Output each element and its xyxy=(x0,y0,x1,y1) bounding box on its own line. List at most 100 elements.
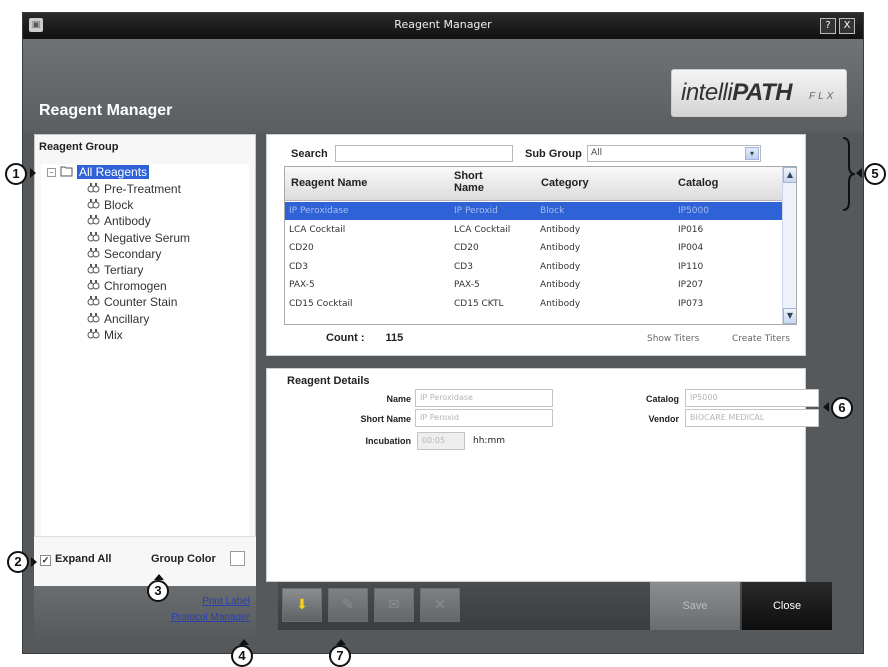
logo-text-light: intelli xyxy=(681,79,733,106)
col-catalog[interactable]: Catalog xyxy=(678,177,718,189)
intellipath-logo: intelliPATH FLX xyxy=(671,69,847,117)
scroll-up-icon[interactable]: ▲ xyxy=(783,167,796,183)
reagent-bottles-icon xyxy=(87,215,100,225)
table-row[interactable]: CD15 Cocktail CD15 CKTL Antibody IP073 xyxy=(285,295,782,313)
edit-icon[interactable]: ✎ xyxy=(328,588,368,622)
tree-item-block[interactable]: Block xyxy=(87,197,133,213)
catalog-label: Catalog xyxy=(645,394,679,404)
app-icon: ▣ xyxy=(29,18,43,32)
col-short-name[interactable]: Short Name xyxy=(454,170,484,194)
callout-arrow-icon xyxy=(31,557,37,567)
create-titers-button[interactable]: Create Titers xyxy=(732,334,790,344)
chevron-down-icon[interactable]: ▾ xyxy=(745,147,759,160)
cell-catalog: IP004 xyxy=(678,243,704,253)
vendor-label: Vendor xyxy=(648,414,679,424)
tree-item-mix[interactable]: Mix xyxy=(87,327,123,343)
short-name-label: Short Name xyxy=(360,414,411,424)
tree-item-label: Negative Serum xyxy=(104,230,191,245)
help-button[interactable]: ? xyxy=(820,18,836,34)
tree-item-pre-treatment[interactable]: Pre-Treatment xyxy=(87,181,181,197)
cell-catalog: IP207 xyxy=(678,280,704,290)
vendor-field[interactable]: BIOCARE MEDICAL xyxy=(685,409,819,427)
tree-item-secondary[interactable]: Secondary xyxy=(87,246,161,262)
col-category[interactable]: Category xyxy=(541,177,589,189)
tree-item-label: Mix xyxy=(104,327,123,342)
reagent-table: Reagent Name Short Name Category Catalog … xyxy=(284,166,797,325)
cell-category: Antibody xyxy=(540,298,581,309)
reagent-bottles-icon xyxy=(87,328,100,339)
short-name-field[interactable]: IP Peroxid xyxy=(415,409,553,427)
table-row[interactable]: CD3 CD3 Antibody IP110 xyxy=(285,258,782,276)
bottom-toolbar: ⬇ ✎ ✉ ✕ Save Close xyxy=(278,582,832,630)
expand-all-checkbox[interactable]: ✓ xyxy=(40,555,51,566)
callout-3: 3 xyxy=(147,580,169,602)
scroll-down-icon[interactable]: ▼ xyxy=(783,308,796,324)
incubation-label: Incubation xyxy=(365,436,412,446)
col-reagent-name[interactable]: Reagent Name xyxy=(291,177,367,189)
page-title: Reagent Manager xyxy=(39,102,173,119)
tree-item-all-reagents[interactable]: All Reagents xyxy=(77,165,150,179)
collapse-icon[interactable]: − xyxy=(47,168,56,177)
table-scrollbar[interactable]: ▲ ▼ xyxy=(782,167,796,324)
name-field[interactable]: IP Peroxidase xyxy=(415,389,553,407)
folder-icon xyxy=(60,166,73,177)
table-row[interactable]: LCA Cocktail LCA Cocktail Antibody IP016 xyxy=(285,221,782,239)
protocol-manager-link[interactable]: Protocol Manager xyxy=(171,612,250,623)
table-row[interactable]: PAX-5 PAX-5 Antibody IP207 xyxy=(285,276,782,294)
save-button[interactable]: Save xyxy=(650,582,740,630)
catalog-field[interactable]: IP5000 xyxy=(685,389,819,407)
tree-item-label: Block xyxy=(104,198,134,213)
group-color-picker[interactable] xyxy=(230,551,245,566)
group-color-label: Group Color xyxy=(151,553,216,565)
window-close-button[interactable]: X xyxy=(839,18,855,34)
tree-item-negative-serum[interactable]: Negative Serum xyxy=(87,230,190,246)
tree-item-label: Ancillary xyxy=(104,311,150,326)
delete-icon[interactable]: ✕ xyxy=(420,588,460,622)
close-button[interactable]: Close xyxy=(742,582,832,630)
reagent-bottles-icon xyxy=(87,231,100,242)
print-label-link[interactable]: Print Label xyxy=(202,596,250,607)
cell-short: CD20 xyxy=(454,243,479,253)
logo-text-bold: PATH xyxy=(732,79,792,106)
reagent-group-panel: Reagent Group − All Reagents Pre-Treatmen… xyxy=(34,134,256,618)
cell-name: IP Peroxidase xyxy=(289,206,349,216)
incubation-field[interactable]: 00:05 xyxy=(417,432,465,450)
incubation-unit: hh:mm xyxy=(473,436,505,446)
tree-item-chromogen[interactable]: Chromogen xyxy=(87,278,167,294)
tree-item-label: Antibody xyxy=(104,214,151,229)
tree-item-antibody[interactable]: Antibody xyxy=(87,213,151,229)
count-display: Count : 115 xyxy=(326,332,403,344)
expand-all-control[interactable]: ✓ Expand All xyxy=(40,553,111,566)
col-short-name-line1: Short xyxy=(454,170,483,182)
reagent-bottles-icon xyxy=(87,247,100,258)
count-label: Count : xyxy=(326,332,365,344)
reagent-details-panel: Reagent Details Name IP Peroxidase Short… xyxy=(266,368,819,582)
import-arrow-icon[interactable]: ⬇ xyxy=(282,588,322,622)
header: Reagent Manager intelliPATH FLX xyxy=(23,39,863,133)
cell-catalog: IP5000 xyxy=(678,206,709,216)
callout-1: 1 xyxy=(5,163,27,185)
title-bar: ▣ Reagent Manager ? X xyxy=(23,13,863,39)
tree-item-counter-stain[interactable]: Counter Stain xyxy=(87,294,177,310)
table-header: Reagent Name Short Name Category Catalog xyxy=(285,167,782,201)
email-icon[interactable]: ✉ xyxy=(374,588,414,622)
cell-catalog: IP073 xyxy=(678,298,704,309)
tree-root[interactable]: − All Reagents xyxy=(47,164,150,180)
show-titers-button[interactable]: Show Titers xyxy=(647,334,699,344)
tree-item-label: Chromogen xyxy=(104,279,167,294)
callout-4: 4 xyxy=(231,645,253,667)
tree-item-tertiary[interactable]: Tertiary xyxy=(87,262,143,278)
table-row[interactable]: IP Peroxidase IP Peroxid Block IP5000 xyxy=(285,202,782,220)
search-input[interactable] xyxy=(335,145,513,162)
cell-name: CD3 xyxy=(289,261,308,272)
cell-name: LCA Cocktail xyxy=(289,224,346,235)
callout-arrow-icon xyxy=(336,639,346,645)
tree-item-label: Tertiary xyxy=(104,263,144,277)
reagent-bottles-icon xyxy=(87,183,100,193)
table-row[interactable]: CD20 CD20 Antibody IP004 xyxy=(285,239,782,257)
window-title: Reagent Manager xyxy=(394,18,492,31)
tree-item-ancillary[interactable]: Ancillary xyxy=(87,311,149,327)
subgroup-select[interactable]: All ▾ xyxy=(587,145,761,162)
cell-category: Block xyxy=(540,206,565,216)
cell-name: PAX-5 xyxy=(289,280,315,290)
